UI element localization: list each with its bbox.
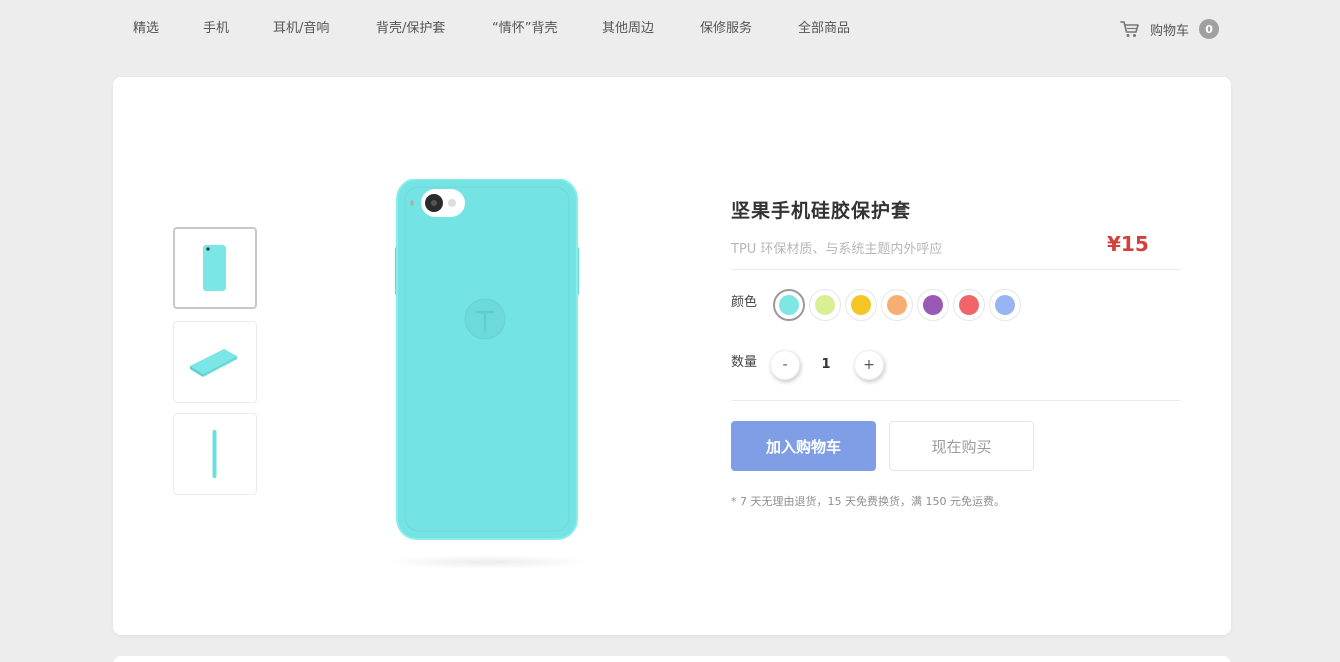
nav-item-warranty[interactable]: 保修服务	[700, 20, 752, 38]
divider	[731, 400, 1181, 401]
color-swatch-lime[interactable]	[809, 289, 841, 321]
product-price: ¥15	[1107, 232, 1149, 256]
top-nav: 精选 手机 耳机/音响 背壳/保护套 “情怀”背壳 其他周边 保修服务 全部商品…	[0, 0, 1340, 58]
cart-button[interactable]: 购物车 0	[1120, 18, 1220, 40]
quantity-value: 1	[821, 357, 831, 372]
phone-angle-thumbnail-icon	[190, 349, 237, 377]
phone-back-thumbnail-icon	[203, 245, 226, 291]
quantity-decrease-button[interactable]: -	[770, 350, 800, 380]
nav-item-audio[interactable]: 耳机/音响	[273, 20, 329, 38]
nav-item-featured[interactable]: 精选	[133, 20, 159, 38]
color-swatch-red[interactable]	[953, 289, 985, 321]
nav-item-cases[interactable]: 背壳/保护套	[376, 20, 445, 38]
product-title: 坚果手机硅胶保护套	[731, 200, 912, 222]
nav-item-sentiment-cases[interactable]: “情怀”背壳	[492, 20, 557, 38]
nav-item-all-products[interactable]: 全部商品	[798, 20, 850, 38]
product-subtitle: TPU 环保材质、与系统主题内外呼应	[731, 242, 943, 257]
nav-item-phones[interactable]: 手机	[203, 20, 229, 38]
product-card: 坚果手机硅胶保护套 TPU 环保材质、与系统主题内外呼应 ¥15 颜色 数量 -…	[113, 77, 1231, 635]
color-swatch-cyan[interactable]	[773, 289, 805, 321]
divider	[731, 269, 1181, 270]
buy-now-button[interactable]: 现在购买	[889, 421, 1034, 471]
thumbnail-back-view[interactable]	[173, 227, 257, 309]
thumbnail-angle-view[interactable]	[173, 321, 257, 403]
quantity-label: 数量	[731, 355, 758, 370]
phone-side-thumbnail-icon	[212, 430, 217, 478]
product-image-shadow	[383, 555, 593, 569]
quantity-increase-button[interactable]: +	[854, 350, 884, 380]
next-section-card	[113, 656, 1231, 662]
color-swatch-purple[interactable]	[917, 289, 949, 321]
return-policy-note: * 7 天无理由退货，15 天免费换货，满 150 元免运费。	[731, 495, 1005, 508]
cart-label: 购物车	[1150, 23, 1190, 39]
color-swatch-blue[interactable]	[989, 289, 1021, 321]
cart-count-badge: 0	[1199, 19, 1220, 39]
color-swatch-yellow[interactable]	[845, 289, 877, 321]
add-to-cart-button[interactable]: 加入购物车	[731, 421, 876, 471]
cart-icon	[1120, 21, 1139, 37]
thumbnail-side-view[interactable]	[173, 413, 257, 495]
nav-item-accessories[interactable]: 其他周边	[602, 20, 654, 38]
color-swatch-orange[interactable]	[881, 289, 913, 321]
product-main-image	[395, 178, 579, 541]
color-label: 颜色	[731, 295, 758, 310]
